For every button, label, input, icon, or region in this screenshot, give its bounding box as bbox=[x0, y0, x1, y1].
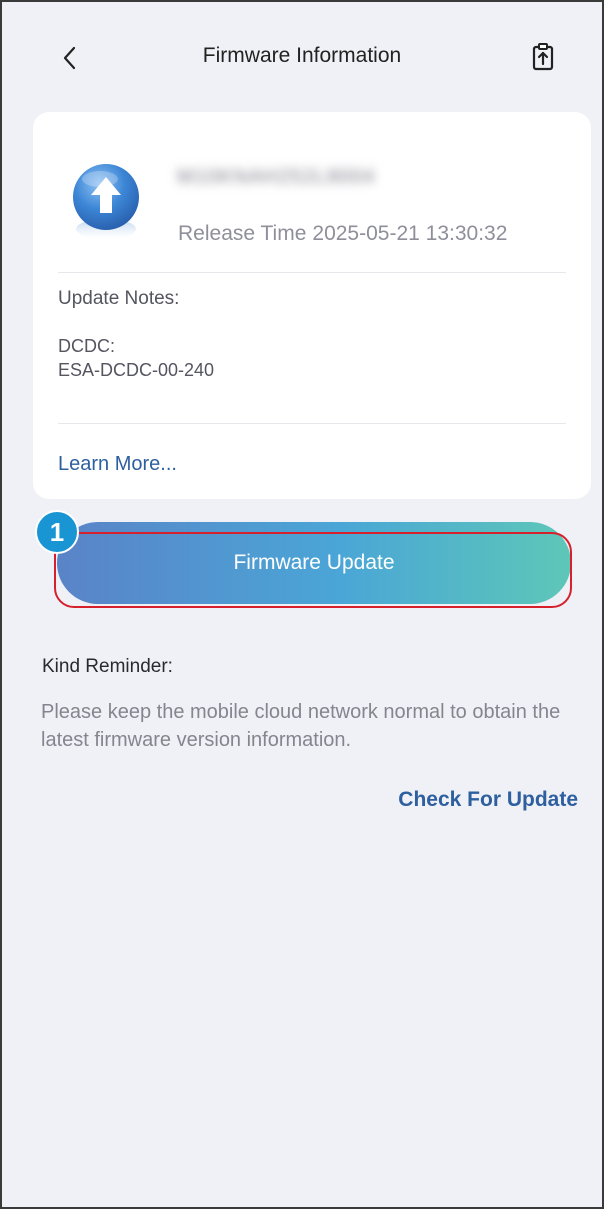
upload-arrow-icon bbox=[73, 164, 139, 239]
page-title: Firmware Information bbox=[202, 44, 402, 67]
firmware-version: M10KNAH252L8004 bbox=[177, 166, 376, 188]
check-for-update-link[interactable]: Check For Update bbox=[398, 788, 578, 812]
reminder-title: Kind Reminder: bbox=[42, 656, 173, 677]
firmware-update-button[interactable]: Firmware Update bbox=[57, 522, 571, 604]
update-notes-title: Update Notes: bbox=[58, 288, 180, 309]
firmware-card: M10KNAH252L8004 Release Time 2025-05-21 1… bbox=[33, 112, 591, 499]
divider bbox=[58, 272, 566, 273]
update-notes-body: DCDC: ESA-DCDC-00-240 bbox=[58, 334, 214, 382]
release-time-value: 2025-05-21 13:30:32 bbox=[312, 222, 508, 245]
divider bbox=[58, 423, 566, 424]
phone-screen: Firmware Information M10KNAH252L8004 Rel… bbox=[0, 0, 604, 1209]
notes-module: DCDC: bbox=[58, 336, 115, 356]
learn-more-link[interactable]: Learn More... bbox=[58, 453, 177, 476]
export-icon[interactable] bbox=[530, 42, 556, 72]
reminder-text: Please keep the mobile cloud network nor… bbox=[41, 701, 561, 751]
release-time-label: Release Time bbox=[178, 222, 307, 245]
release-time: Release Time 2025-05-21 13:30:32 bbox=[178, 222, 507, 246]
firmware-update-area: Firmware Update bbox=[54, 522, 572, 610]
notes-module-version: ESA-DCDC-00-240 bbox=[58, 360, 215, 380]
step-badge: 1 bbox=[35, 510, 79, 554]
header: Firmware Information bbox=[2, 2, 602, 112]
